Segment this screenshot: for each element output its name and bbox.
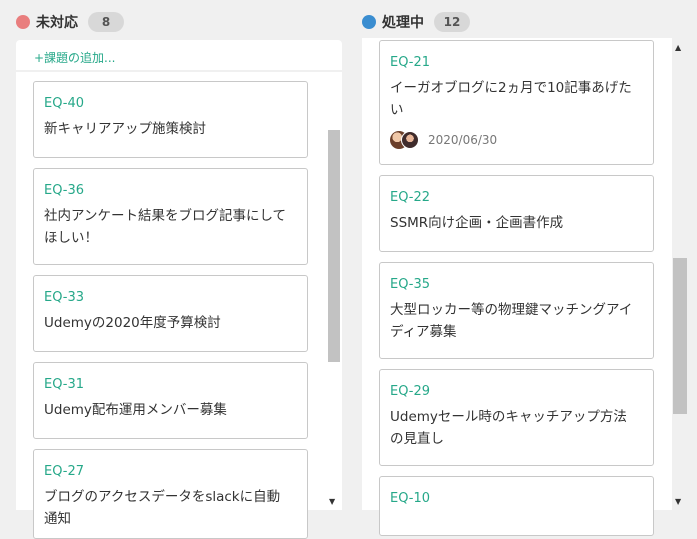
issue-card[interactable]: EQ-22 SSMR向け企画・企画書作成	[379, 175, 654, 252]
issue-title: SSMR向け企画・企画書作成	[390, 215, 564, 231]
issue-title: イーガオブログに2ヵ月で10記事あげた い	[390, 80, 632, 118]
scroll-down-arrow-icon[interactable]: ▼	[329, 498, 335, 506]
issue-key[interactable]: EQ-36	[44, 183, 84, 198]
issue-key[interactable]: EQ-21	[390, 55, 430, 70]
issue-card[interactable]: EQ-35 大型ロッカー等の物理鍵マッチングアイ ディア募集	[379, 262, 654, 359]
issue-title: Udemyセール時のキャッチアップ方法 の見直し	[390, 409, 627, 447]
due-date: 2020/06/30	[428, 133, 498, 147]
issue-count-badge: 12	[434, 12, 470, 32]
issue-card[interactable]: EQ-10	[379, 476, 654, 536]
issue-card[interactable]: EQ-21 イーガオブログに2ヵ月で10記事あげた い 2020/06/30	[379, 40, 654, 165]
issue-key[interactable]: EQ-29	[390, 384, 430, 399]
column-title: 未対応	[36, 15, 78, 31]
scroll-down-arrow-icon[interactable]: ▼	[675, 498, 681, 506]
issue-meta: 2020/06/30	[390, 131, 497, 149]
issue-title: 大型ロッカー等の物理鍵マッチングアイ ディア募集	[390, 302, 633, 340]
scrollbar-thumb[interactable]	[673, 258, 687, 414]
issue-card[interactable]: EQ-27 ブログのアクセスデータをslackに自動 通知	[33, 449, 308, 539]
avatar	[401, 131, 419, 149]
issue-card[interactable]: EQ-29 Udemyセール時のキャッチアップ方法 の見直し	[379, 369, 654, 466]
add-issue-bar: +課題の追加...	[16, 40, 342, 70]
issue-title: Udemy配布運用メンバー募集	[44, 402, 227, 418]
issue-title: ブログのアクセスデータをslackに自動 通知	[44, 489, 281, 527]
issue-key[interactable]: EQ-31	[44, 377, 84, 392]
assignee-avatars	[390, 131, 420, 149]
issue-card[interactable]: EQ-31 Udemy配布運用メンバー募集	[33, 362, 308, 439]
issue-count-badge: 8	[88, 12, 124, 32]
scrollbar-thumb[interactable]	[328, 130, 340, 362]
issue-card[interactable]: EQ-36 社内アンケート結果をブログ記事にして ほしい！	[33, 168, 308, 265]
scroll-up-arrow-icon[interactable]: ▲	[675, 44, 681, 52]
issue-key[interactable]: EQ-27	[44, 464, 84, 479]
issue-key[interactable]: EQ-40	[44, 96, 84, 111]
issue-key[interactable]: EQ-10	[390, 491, 430, 506]
column-header-todo: 未対応 8	[16, 12, 124, 32]
status-dot-icon	[362, 15, 376, 29]
column-title: 処理中	[382, 15, 424, 31]
issue-key[interactable]: EQ-33	[44, 290, 84, 305]
issue-key[interactable]: EQ-22	[390, 190, 430, 205]
issue-card[interactable]: EQ-40 新キャリアアップ施策検討	[33, 81, 308, 158]
issue-card[interactable]: EQ-33 Udemyの2020年度予算検討	[33, 275, 308, 352]
issue-title: 新キャリアアップ施策検討	[44, 121, 206, 137]
status-dot-icon	[16, 15, 30, 29]
issue-title: 社内アンケート結果をブログ記事にして ほしい！	[44, 208, 287, 246]
issue-title: Udemyの2020年度予算検討	[44, 315, 221, 331]
column-header-in-progress: 処理中 12	[362, 12, 470, 32]
add-issue-link[interactable]: +課題の追加...	[34, 49, 116, 66]
issue-key[interactable]: EQ-35	[390, 277, 430, 292]
